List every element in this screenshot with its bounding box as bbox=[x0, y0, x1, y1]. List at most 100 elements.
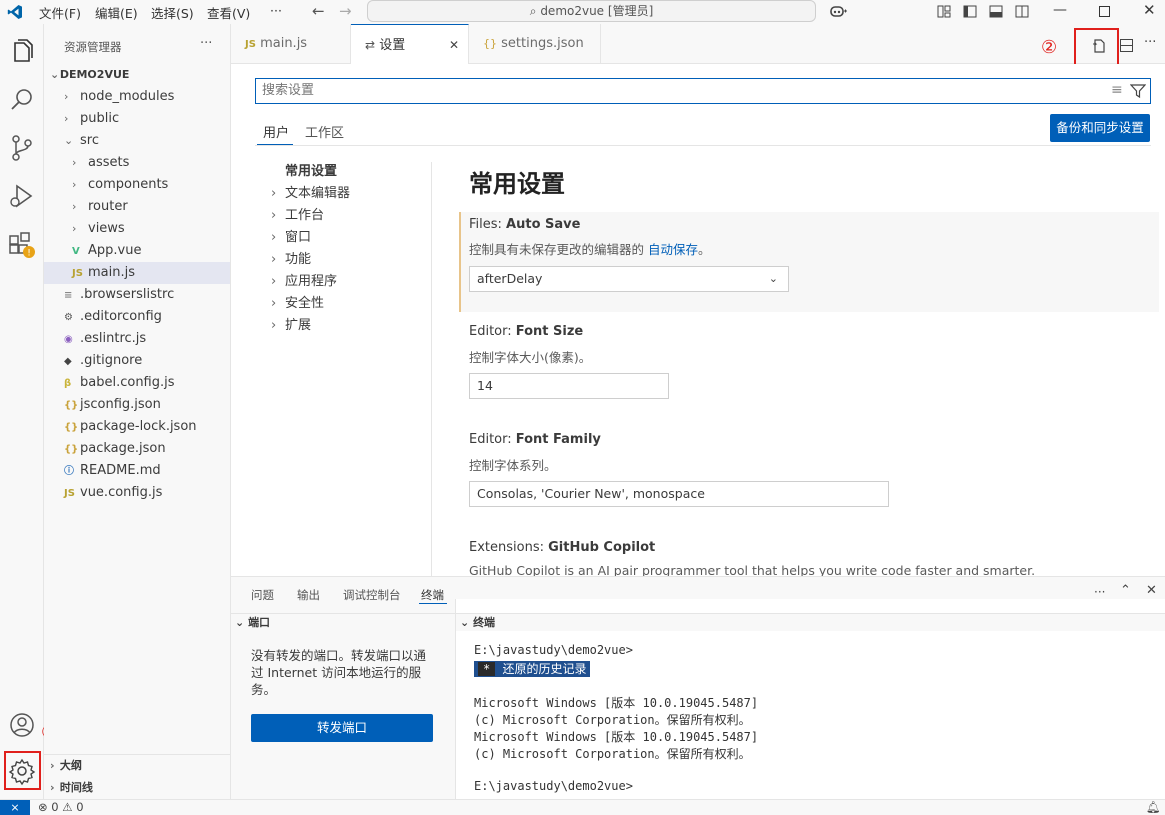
json-file-icon: {} bbox=[483, 37, 497, 50]
scope-tab-user[interactable]: 用户 bbox=[263, 122, 289, 141]
forward-arrow-icon[interactable]: → bbox=[339, 2, 352, 20]
remote-indicator[interactable]: ⨯ bbox=[0, 800, 30, 815]
split-editor-icon[interactable] bbox=[1120, 39, 1133, 52]
root-folder-label: DEMO2VUE bbox=[59, 68, 130, 81]
close-tab-icon[interactable]: ✕ bbox=[449, 25, 459, 65]
terminal-title: 终端 bbox=[473, 616, 496, 629]
autosave-link[interactable]: 自动保存 bbox=[648, 242, 698, 257]
minimize-icon[interactable]: — bbox=[1053, 2, 1067, 18]
menu-more[interactable]: ··· bbox=[270, 3, 282, 18]
file-item[interactable]: {} jsconfig.json bbox=[44, 394, 230, 416]
toc-item[interactable]: › 文本编辑器 bbox=[271, 183, 350, 205]
terminal[interactable]: ⌄ 终端 E:\javastudy\demo2vue> Microsoft Win… bbox=[455, 599, 1165, 800]
toc-item[interactable]: › 安全性 bbox=[271, 293, 324, 315]
folder-item[interactable]: › router bbox=[44, 196, 230, 218]
clear-filter-icon[interactable]: ≡ bbox=[1111, 82, 1123, 98]
account-icon[interactable] bbox=[6, 709, 38, 741]
folder-item[interactable]: › assets bbox=[44, 152, 230, 174]
editor-more-icon[interactable]: ··· bbox=[1144, 35, 1156, 50]
panel-tab-debug-console[interactable]: 调试控制台 bbox=[343, 587, 401, 603]
forward-port-button[interactable]: 转发端口 bbox=[251, 714, 433, 742]
svg-text:!: ! bbox=[27, 249, 31, 259]
menu-edit[interactable]: 编辑(E) bbox=[95, 3, 138, 22]
toggle-panel-icon[interactable] bbox=[989, 5, 1003, 18]
terminal-header[interactable]: ⌄ 终端 bbox=[456, 613, 1165, 631]
toggle-primary-sidebar-icon[interactable] bbox=[963, 5, 977, 18]
chevron-right-icon: › bbox=[72, 200, 77, 213]
folder-root[interactable]: ⌄ DEMO2VUE bbox=[44, 64, 230, 86]
folder-item[interactable]: ⌄ src bbox=[44, 130, 230, 152]
tab-settings-json[interactable]: {} settings.json bbox=[469, 24, 601, 64]
file-item[interactable]: V App.vue bbox=[44, 240, 230, 262]
toc-item[interactable]: › 工作台 bbox=[271, 205, 324, 227]
file-item[interactable]: ⚙ .editorconfig bbox=[44, 306, 230, 328]
file-type-icon: {} bbox=[64, 422, 79, 433]
sidebar-more-icon[interactable]: ··· bbox=[200, 36, 212, 51]
menu-selection[interactable]: 选择(S) bbox=[151, 3, 194, 22]
file-item[interactable]: {} package.json bbox=[44, 438, 230, 460]
open-settings-json-icon[interactable] bbox=[1091, 38, 1107, 54]
annotation-two: ② bbox=[1041, 37, 1058, 58]
search-icon[interactable] bbox=[6, 84, 38, 116]
copilot-icon[interactable] bbox=[828, 4, 848, 20]
file-item[interactable]: β babel.config.js bbox=[44, 372, 230, 394]
source-control-icon[interactable] bbox=[6, 132, 38, 164]
menu-view[interactable]: 查看(V) bbox=[207, 3, 250, 22]
ports-header[interactable]: ⌄ 端口 bbox=[231, 613, 455, 631]
tab-settings[interactable]: ⇄ 设置 ✕ bbox=[351, 24, 469, 64]
fontfamily-input[interactable]: Consolas, 'Courier New', monospace bbox=[469, 481, 889, 507]
warning-icon: ⚠ bbox=[62, 800, 73, 814]
folder-item[interactable]: › node_modules bbox=[44, 86, 230, 108]
timeline-section[interactable]: › 时间线 bbox=[44, 777, 230, 799]
folder-item[interactable]: › components bbox=[44, 174, 230, 196]
customize-layout-icon[interactable] bbox=[937, 5, 951, 18]
folder-item[interactable]: › views bbox=[44, 218, 230, 240]
sidebar-title: 资源管理器 bbox=[64, 40, 122, 54]
toc-item[interactable]: 常用设置 bbox=[271, 161, 337, 183]
problems-indicator[interactable]: ⊗ 0 ⚠ 0 bbox=[38, 800, 84, 815]
explorer-icon[interactable] bbox=[6, 36, 38, 68]
tab-label: 设置 bbox=[379, 38, 406, 53]
run-debug-icon[interactable] bbox=[6, 180, 38, 212]
toc-item[interactable]: › 扩展 bbox=[271, 315, 311, 337]
file-item[interactable]: JS vue.config.js bbox=[44, 482, 230, 504]
outline-section[interactable]: › 大纲 bbox=[44, 755, 230, 777]
error-icon: ⊗ bbox=[38, 800, 48, 814]
close-window-icon[interactable]: ✕ bbox=[1143, 1, 1156, 19]
settings-search-input[interactable]: 搜索设置 bbox=[255, 78, 1151, 104]
command-center-search[interactable]: ⌕ demo2vue [管理员] bbox=[367, 0, 816, 22]
tree-item-label: babel.config.js bbox=[80, 375, 175, 390]
maximize-panel-icon[interactable]: ⌃ bbox=[1120, 583, 1131, 598]
folder-item[interactable]: › public bbox=[44, 108, 230, 130]
autosave-select[interactable]: afterDelay ⌄ bbox=[469, 266, 789, 292]
extensions-icon[interactable]: ! bbox=[6, 228, 38, 260]
maximize-icon[interactable] bbox=[1099, 6, 1110, 17]
menu-file[interactable]: 文件(F) bbox=[39, 3, 81, 22]
tree-item-label: src bbox=[80, 133, 99, 148]
manage-gear-icon[interactable] bbox=[6, 755, 38, 787]
scope-tab-workspace[interactable]: 工作区 bbox=[305, 122, 344, 141]
tree-item-label: components bbox=[88, 177, 169, 192]
toggle-secondary-sidebar-icon[interactable] bbox=[1015, 5, 1029, 18]
panel-more-icon[interactable]: ··· bbox=[1094, 585, 1105, 599]
file-item[interactable]: ⓘ README.md bbox=[44, 460, 230, 482]
back-arrow-icon[interactable]: ← bbox=[312, 2, 325, 20]
toc-item[interactable]: › 应用程序 bbox=[271, 271, 337, 293]
file-type-icon: {} bbox=[64, 400, 79, 411]
file-item[interactable]: ≡ .browserslistrc bbox=[44, 284, 230, 306]
file-item[interactable]: ◉ .eslintrc.js bbox=[44, 328, 230, 350]
panel-tab-problems[interactable]: 问题 bbox=[251, 587, 274, 603]
toc-item[interactable]: › 窗口 bbox=[271, 227, 311, 249]
filter-icon[interactable] bbox=[1130, 83, 1146, 99]
panel-tab-output[interactable]: 输出 bbox=[297, 587, 320, 603]
file-item[interactable]: {} package-lock.json bbox=[44, 416, 230, 438]
backup-sync-button[interactable]: 备份和同步设置 bbox=[1050, 114, 1150, 142]
bell-icon[interactable]: 🔔︎ bbox=[1146, 800, 1161, 815]
toc-item[interactable]: › 功能 bbox=[271, 249, 311, 271]
file-item[interactable]: JS main.js bbox=[44, 262, 230, 284]
fontsize-input[interactable]: 14 bbox=[469, 373, 669, 399]
file-item[interactable]: ◆ .gitignore bbox=[44, 350, 230, 372]
tab-main-js[interactable]: JS main.js bbox=[231, 24, 351, 64]
close-panel-icon[interactable]: ✕ bbox=[1146, 583, 1157, 598]
panel-tab-terminal[interactable]: 终端 bbox=[421, 587, 444, 603]
